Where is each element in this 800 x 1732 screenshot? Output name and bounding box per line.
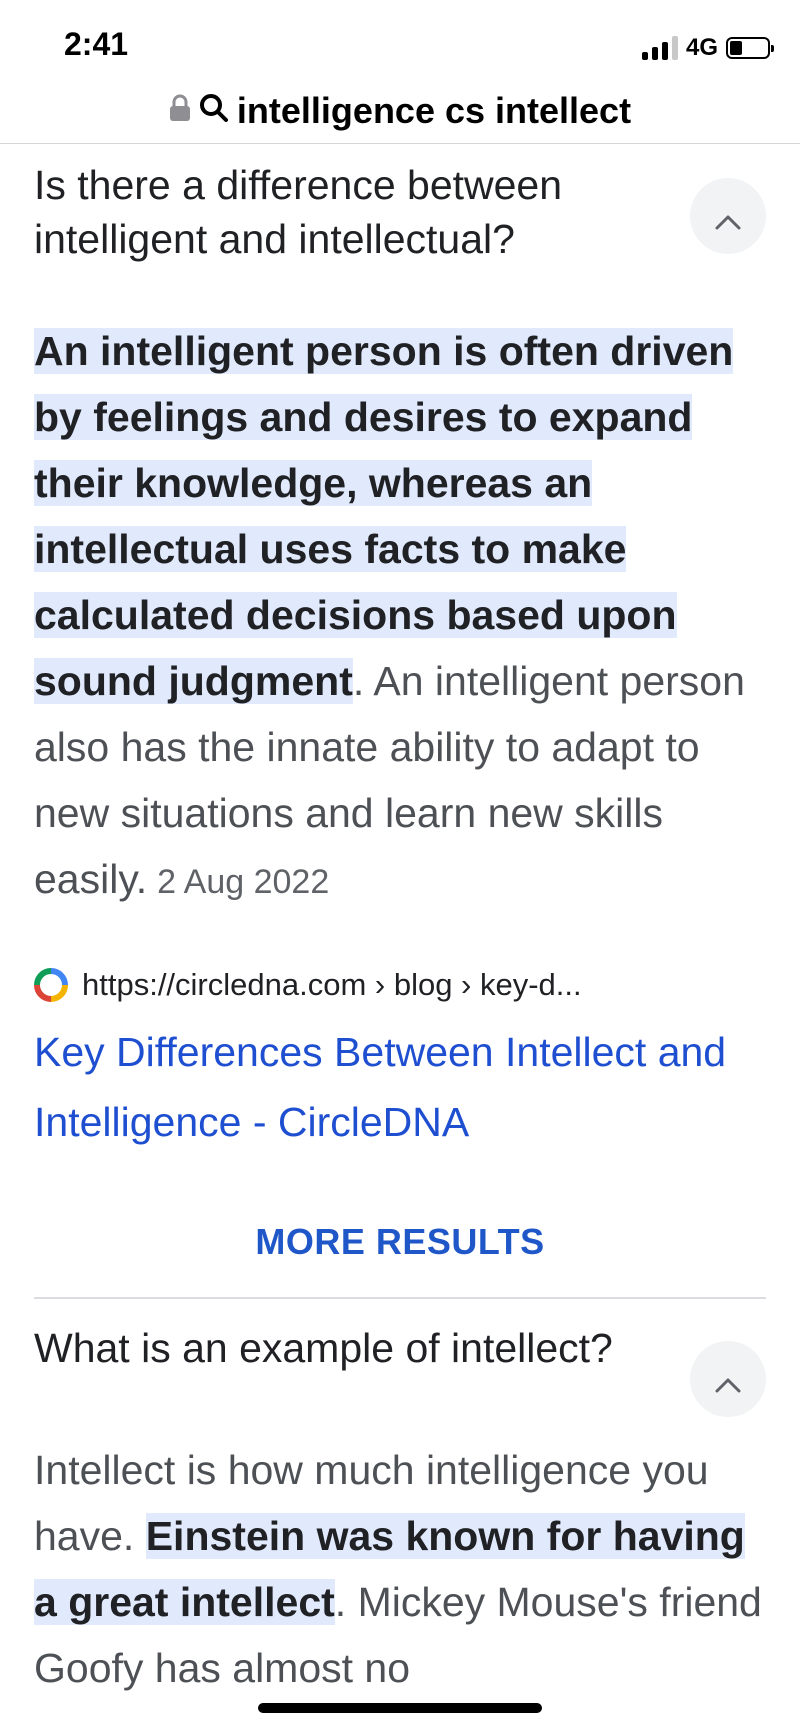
- circledna-logo-icon: [34, 968, 68, 1002]
- result-title-link[interactable]: Key Differences Between Intellect and In…: [34, 1017, 766, 1157]
- faq-question[interactable]: Is there a difference between intelligen…: [34, 158, 766, 266]
- source-url[interactable]: https://circledna.com › blog › key-d...: [82, 967, 582, 1003]
- faq-question[interactable]: What is an example of intellect?: [34, 1321, 766, 1417]
- faq-question-text: Is there a difference between intelligen…: [34, 162, 563, 262]
- search-icon: [199, 93, 229, 128]
- status-bar: 2:41 4G: [0, 0, 800, 90]
- status-time: 2:41: [64, 26, 129, 62]
- divider: [34, 1297, 766, 1299]
- answer-date: 2 Aug 2022: [157, 863, 330, 901]
- home-indicator[interactable]: [258, 1703, 542, 1713]
- collapse-button[interactable]: [690, 178, 766, 254]
- collapse-button[interactable]: [690, 1341, 766, 1417]
- chevron-up-icon: [715, 1352, 741, 1406]
- address-bar[interactable]: intelligence cs intellect: [0, 78, 800, 144]
- faq-answer: Intellect is how much intelligence you h…: [34, 1437, 766, 1701]
- faq-question-text: What is an example of intellect?: [34, 1325, 613, 1371]
- answer-highlight: An intelligent person is often driven by…: [34, 328, 734, 704]
- battery-icon: [726, 37, 774, 59]
- more-results-button[interactable]: MORE RESULTS: [34, 1221, 766, 1263]
- faq-answer: An intelligent person is often driven by…: [34, 318, 766, 915]
- source-attribution[interactable]: https://circledna.com › blog › key-d...: [34, 967, 766, 1003]
- network-type-label: 4G: [685, 34, 718, 61]
- status-indicators: 4G: [641, 34, 774, 62]
- chevron-up-icon: [715, 189, 741, 243]
- lock-icon: [169, 94, 191, 127]
- people-also-ask: Is there a difference between intelligen…: [34, 144, 766, 1701]
- search-query[interactable]: intelligence cs intellect: [237, 90, 631, 132]
- cellular-signal-icon: [641, 36, 678, 60]
